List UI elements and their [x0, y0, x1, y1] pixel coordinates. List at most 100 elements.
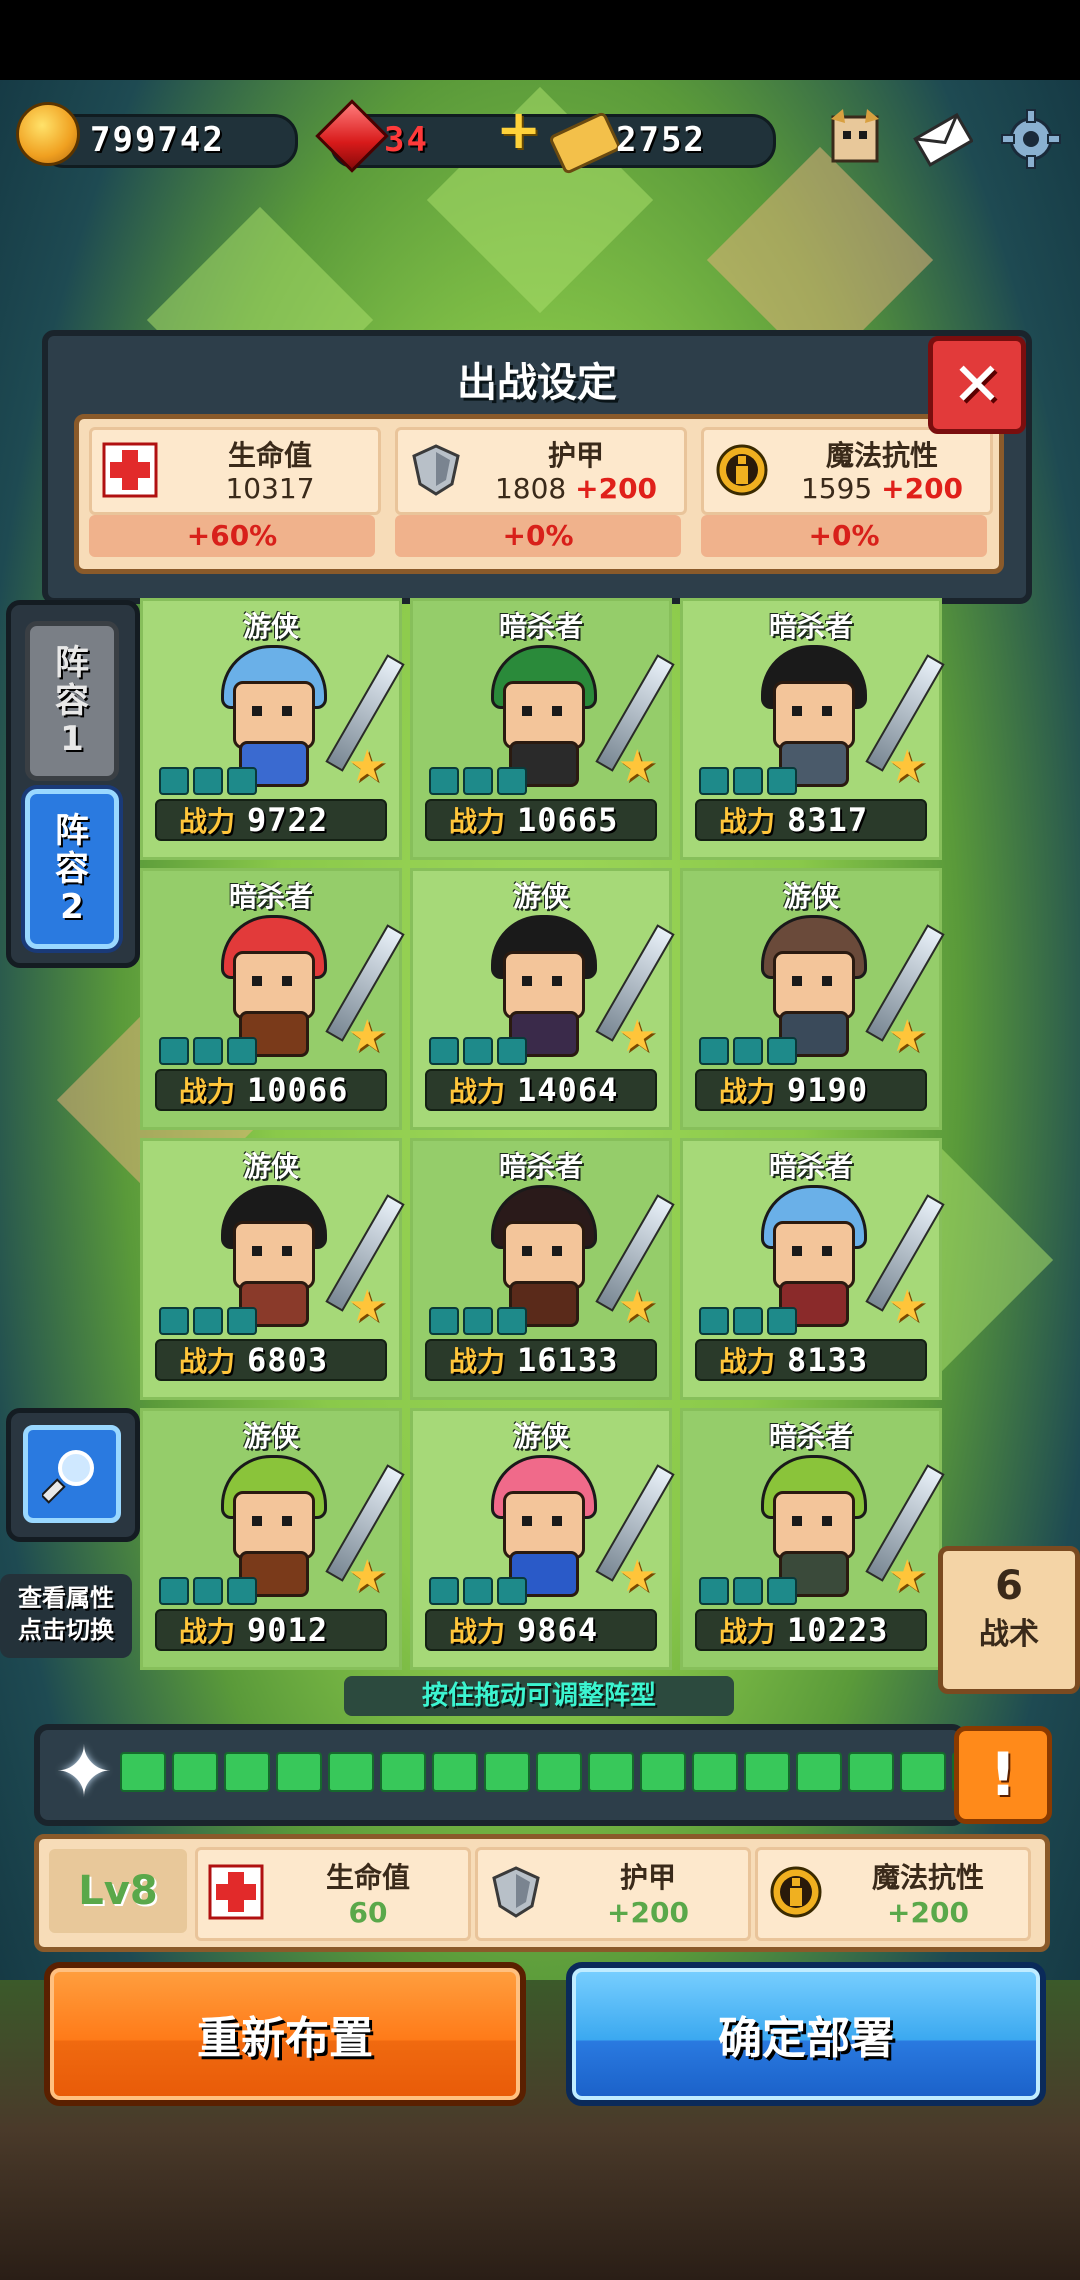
- hero-sprite: [203, 911, 339, 1057]
- tactics-label: 战术: [979, 1617, 1039, 1652]
- hero-class: 游侠: [782, 880, 839, 913]
- battle-settings-panel: 出战设定 生命值 10317 +60% 护甲 1808 +200 +0% 魔法抗…: [42, 330, 1032, 604]
- stat-name: 生命值: [325, 1861, 410, 1894]
- add-gems-button[interactable]: +: [496, 98, 541, 161]
- gold-amount: 799742: [90, 120, 225, 160]
- power-label: 战力: [449, 1345, 506, 1378]
- star-icon: ★: [347, 1281, 387, 1332]
- progress-segment: [744, 1752, 790, 1792]
- panel-title: 出战设定: [457, 360, 617, 406]
- avatar-icon[interactable]: [820, 104, 890, 174]
- hero-power: 战力 10223: [695, 1609, 927, 1651]
- star-icon: ★: [347, 1551, 387, 1602]
- power-label: 战力: [449, 805, 506, 838]
- power-value: 10223: [787, 1611, 889, 1649]
- power-value: 16133: [517, 1341, 619, 1379]
- hero-class: 游侠: [512, 1420, 569, 1453]
- hero-power: 战力 9864: [425, 1609, 657, 1651]
- hero-slot[interactable]: 游侠 ★ 战力 9190: [680, 868, 945, 1130]
- hero-sprite: [743, 1451, 879, 1597]
- confirm-deploy-button[interactable]: 确定部署: [566, 1962, 1046, 2106]
- level-label: Lv8: [49, 1849, 187, 1933]
- hero-power: 战力 16133: [425, 1339, 657, 1381]
- power-value: 10066: [247, 1071, 349, 1109]
- hero-sprite: [473, 911, 609, 1057]
- hero-slot[interactable]: 游侠 ★ 战力 6803: [140, 1138, 405, 1400]
- hero-slot[interactable]: 游侠 ★ 战力 9722: [140, 598, 405, 860]
- stat-value: +200: [887, 1896, 969, 1929]
- hero-slot[interactable]: 暗杀者 ★ 战力 10223: [680, 1408, 945, 1670]
- lineup-2-button[interactable]: 阵容2: [25, 789, 119, 949]
- equipment-icons: [429, 1307, 527, 1335]
- stat-name: 生命值: [227, 439, 312, 472]
- star-icon: ★: [617, 1551, 657, 1602]
- gear-icon[interactable]: [996, 104, 1066, 174]
- tactics-button[interactable]: 6 战术: [938, 1546, 1080, 1694]
- hero-power: 战力 10066: [155, 1069, 387, 1111]
- hero-slot[interactable]: 暗杀者 ★ 战力 8317: [680, 598, 945, 860]
- star-icon: ★: [887, 1281, 927, 1332]
- star-icon: ★: [617, 1011, 657, 1062]
- coin-icon: [16, 102, 80, 166]
- hero-power: 战力 8133: [695, 1339, 927, 1381]
- progress-segment: [640, 1752, 686, 1792]
- power-value: 6803: [247, 1341, 329, 1379]
- hero-class: 暗杀者: [768, 1150, 853, 1183]
- hero-power: 战力 14064: [425, 1069, 657, 1111]
- progress-segment: [484, 1752, 530, 1792]
- hero-slot[interactable]: 暗杀者 ★ 战力 8133: [680, 1138, 945, 1400]
- hero-slot[interactable]: 游侠 ★ 战力 9012: [140, 1408, 405, 1670]
- hero-slot[interactable]: 游侠 ★ 战力 14064: [410, 868, 675, 1130]
- progress-segment: [432, 1752, 478, 1792]
- close-button[interactable]: ✕: [928, 336, 1026, 434]
- hero-slot[interactable]: 游侠 ★ 战力 9864: [410, 1408, 675, 1670]
- power-value: 9864: [517, 1611, 599, 1649]
- view-stats-label[interactable]: 查看属性 点击切换: [0, 1574, 132, 1658]
- hero-power: 战力 9722: [155, 799, 387, 841]
- star-icon: ★: [617, 1281, 657, 1332]
- magic-resist-icon: [766, 1862, 826, 1922]
- stat-percent: +0%: [701, 515, 987, 557]
- stat-name: 魔法抗性: [871, 1861, 984, 1894]
- power-value: 9012: [247, 1611, 329, 1649]
- equipment-icons: [699, 1307, 797, 1335]
- hero-power: 战力 8317: [695, 799, 927, 841]
- drag-hint: 按住拖动可调整阵型: [344, 1676, 734, 1716]
- power-label: 战力: [449, 1075, 506, 1108]
- lineup-1-button[interactable]: 阵容1: [25, 621, 119, 781]
- equipment-icons: [699, 1577, 797, 1605]
- stat-value: 10317: [225, 472, 315, 505]
- power-label: 战力: [719, 1075, 776, 1108]
- progress-segment: [380, 1752, 426, 1792]
- gem-amount: 34: [384, 120, 429, 160]
- hero-sprite: [743, 1181, 879, 1327]
- hero-class: 暗杀者: [228, 880, 313, 913]
- power-value: 8133: [787, 1341, 869, 1379]
- burst-icon: ✦: [54, 1731, 114, 1813]
- star-icon: ★: [347, 741, 387, 792]
- power-label: 战力: [179, 1615, 236, 1648]
- magic-resist-icon: [712, 440, 772, 500]
- star-icon: ★: [617, 741, 657, 792]
- star-icon: ★: [887, 1551, 927, 1602]
- progress-segment: [536, 1752, 582, 1792]
- level-stat-magic-resist: 魔法抗性 +200: [755, 1847, 1031, 1941]
- hero-slot[interactable]: 暗杀者 ★ 战力 10665: [410, 598, 675, 860]
- power-label: 战力: [719, 1345, 776, 1378]
- stat-name: 护甲: [547, 439, 604, 472]
- mail-icon[interactable]: [908, 104, 978, 174]
- stat-value: 1595 +200: [800, 472, 964, 505]
- magnifier-icon: [23, 1425, 121, 1523]
- progress-segment: [120, 1752, 166, 1792]
- view-stats-button[interactable]: [6, 1408, 140, 1542]
- progress-segment: [900, 1752, 946, 1792]
- hero-class: 暗杀者: [768, 1420, 853, 1453]
- hero-slot[interactable]: 暗杀者 ★ 战力 10066: [140, 868, 405, 1130]
- stat-percent: +60%: [89, 515, 375, 557]
- equipment-icons: [429, 1577, 527, 1605]
- reset-formation-button[interactable]: 重新布置: [44, 1962, 526, 2106]
- hero-slot[interactable]: 暗杀者 ★ 战力 16133: [410, 1138, 675, 1400]
- stat-value: 1808 +200: [494, 472, 658, 505]
- alert-button[interactable]: !: [954, 1726, 1052, 1824]
- progress-segment: [328, 1752, 374, 1792]
